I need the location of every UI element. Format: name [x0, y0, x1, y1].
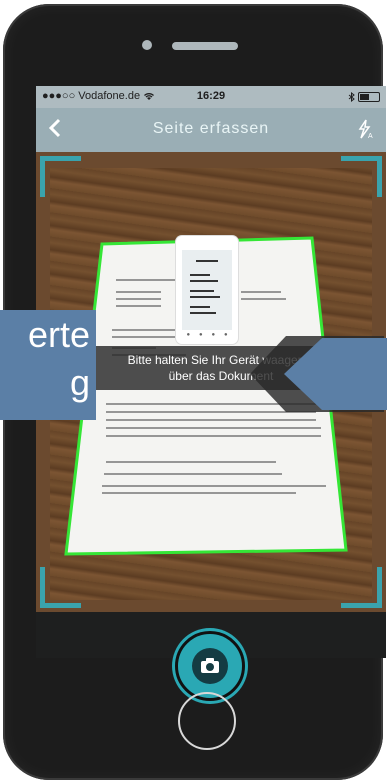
svg-text:A: A: [368, 133, 373, 140]
status-time: 16:29: [196, 90, 226, 102]
navigation-bar: Seite erfassen A: [36, 108, 386, 152]
home-button[interactable]: [178, 692, 236, 750]
overlay-blue-arrow: [284, 338, 387, 410]
battery-icon: [358, 92, 380, 103]
back-button[interactable]: [42, 114, 70, 142]
auto-capture-button[interactable]: A: [354, 118, 376, 140]
front-camera: [142, 40, 152, 50]
camera-icon: [201, 658, 219, 673]
status-bar: ●●●○○ Vodafone.de 16:29: [36, 86, 386, 108]
hint-phone-illustration: ● ● ● ●: [176, 236, 238, 344]
chevron-left-icon: [48, 118, 61, 138]
earpiece-speaker: [172, 42, 238, 50]
hint-phone-screen: [182, 250, 232, 330]
frame-corner-bottom-left: [40, 567, 81, 608]
page-title: Seite erfassen: [152, 120, 270, 137]
auto-capture-icon: A: [358, 119, 373, 140]
status-right: [348, 91, 380, 103]
overlay-label-line1: erte: [27, 314, 90, 355]
overlay-label-line2: g: [69, 362, 90, 403]
bluetooth-icon: [348, 91, 358, 103]
frame-corner-top-right: [341, 156, 382, 197]
frame-corner-bottom-right: [341, 567, 382, 608]
shutter-inner: [192, 648, 228, 684]
shutter-button[interactable]: [175, 631, 245, 701]
frame-corner-top-left: [40, 156, 81, 197]
hint-phone-toolbar: ● ● ● ●: [186, 332, 228, 338]
overlay-label-box: erte g: [0, 310, 96, 420]
